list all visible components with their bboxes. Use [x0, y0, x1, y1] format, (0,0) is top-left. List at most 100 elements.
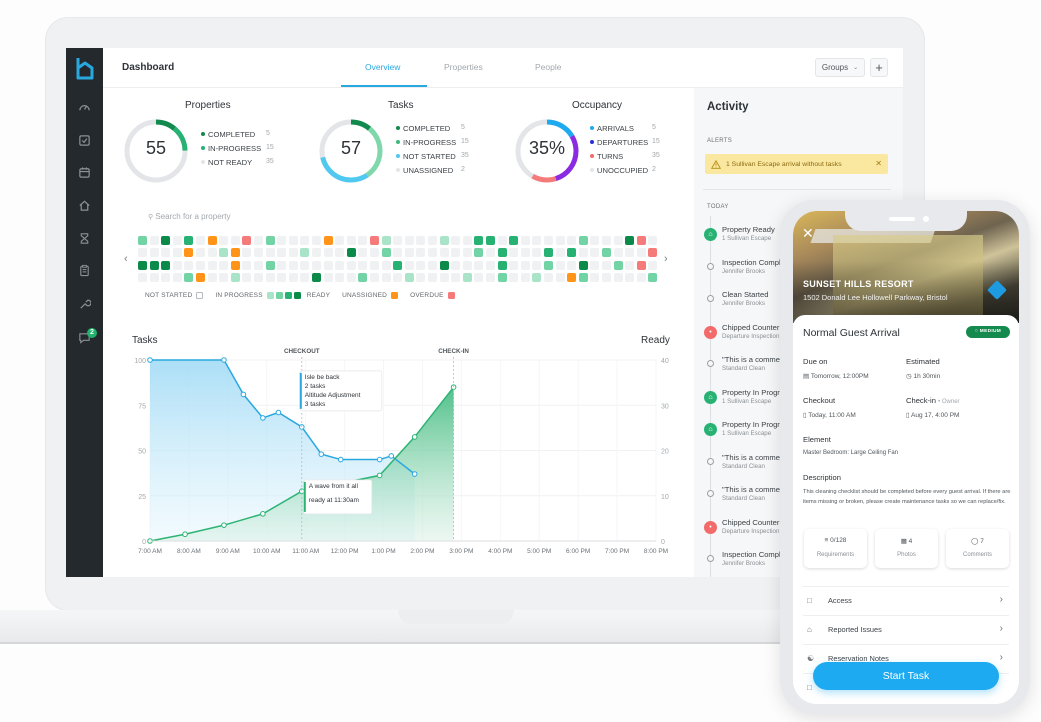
add-button[interactable]: + — [870, 58, 888, 77]
property-cell[interactable] — [172, 248, 182, 258]
property-cell[interactable] — [393, 272, 403, 282]
property-cell[interactable] — [346, 260, 356, 270]
property-cell[interactable] — [381, 248, 391, 258]
tab-properties[interactable]: Properties — [444, 62, 483, 72]
property-cell[interactable] — [172, 236, 182, 245]
property-cell[interactable] — [613, 236, 623, 245]
property-cell[interactable] — [149, 236, 159, 245]
property-cell[interactable] — [578, 260, 588, 270]
property-cell[interactable] — [555, 272, 565, 282]
property-cell[interactable] — [288, 272, 298, 282]
property-cell[interactable] — [370, 236, 379, 245]
property-cell[interactable] — [404, 248, 414, 258]
property-cell[interactable] — [497, 248, 507, 258]
property-cell[interactable] — [578, 272, 588, 282]
grid-next-button[interactable]: › — [664, 253, 668, 265]
property-cell[interactable] — [428, 236, 437, 245]
property-cell[interactable] — [393, 260, 403, 270]
property-cell[interactable] — [335, 248, 345, 258]
property-search[interactable]: ⚲ Search for a property — [148, 212, 231, 221]
property-cell[interactable] — [196, 260, 205, 270]
property-cell[interactable] — [172, 260, 182, 270]
logo-icon[interactable] — [74, 56, 96, 82]
close-icon[interactable]: ✕ — [875, 159, 882, 168]
property-cell[interactable] — [590, 248, 600, 258]
property-cell[interactable] — [439, 248, 449, 258]
grid-prev-button[interactable]: ‹ — [124, 253, 128, 265]
property-cell[interactable] — [567, 248, 577, 258]
property-cell[interactable] — [486, 236, 495, 245]
property-cell[interactable] — [312, 248, 321, 258]
property-cell[interactable] — [161, 272, 171, 282]
groups-dropdown[interactable]: Groups ⌄ — [815, 58, 865, 77]
property-cell[interactable] — [636, 260, 646, 270]
property-cell[interactable] — [138, 260, 147, 270]
property-cell[interactable] — [335, 236, 345, 245]
property-cell[interactable] — [544, 248, 553, 258]
property-cell[interactable] — [509, 260, 519, 270]
property-cell[interactable] — [462, 236, 472, 245]
property-cell[interactable] — [416, 272, 426, 282]
property-cell[interactable] — [590, 260, 600, 270]
alert-banner[interactable]: 1 Sullivan Escape arrival without tasks … — [705, 154, 888, 174]
start-task-button[interactable]: Start Task — [813, 662, 999, 690]
wrench-icon[interactable] — [77, 296, 92, 311]
property-cell[interactable] — [416, 236, 426, 245]
property-cell[interactable] — [207, 272, 217, 282]
property-cell[interactable] — [555, 260, 565, 270]
property-cell[interactable] — [544, 260, 553, 270]
property-cell[interactable] — [602, 236, 611, 245]
property-cell[interactable] — [509, 272, 519, 282]
property-cell[interactable] — [451, 272, 461, 282]
property-cell[interactable] — [428, 248, 437, 258]
property-cell[interactable] — [520, 272, 530, 282]
property-cell[interactable] — [207, 248, 217, 258]
property-cell[interactable] — [230, 260, 240, 270]
hourglass-icon[interactable] — [77, 231, 92, 246]
property-cell[interactable] — [381, 260, 391, 270]
property-cell[interactable] — [219, 260, 229, 270]
property-cell[interactable] — [416, 248, 426, 258]
close-icon[interactable]: ✕ — [802, 225, 814, 242]
property-cell[interactable] — [509, 248, 519, 258]
property-cell[interactable] — [648, 236, 658, 245]
property-cell[interactable] — [462, 260, 472, 270]
property-cell[interactable] — [346, 236, 356, 245]
property-cell[interactable] — [149, 260, 159, 270]
property-cell[interactable] — [602, 260, 611, 270]
property-cell[interactable] — [242, 272, 252, 282]
checkbox-icon[interactable] — [77, 133, 92, 148]
property-cell[interactable] — [265, 272, 275, 282]
tab-people[interactable]: People — [535, 62, 561, 72]
property-cell[interactable] — [544, 236, 553, 245]
property-cell[interactable] — [578, 248, 588, 258]
property-cell[interactable] — [219, 272, 229, 282]
property-cell[interactable] — [138, 272, 147, 282]
property-cell[interactable] — [648, 260, 658, 270]
property-cell[interactable] — [625, 272, 635, 282]
tab-overview[interactable]: Overview — [365, 62, 400, 72]
property-cell[interactable] — [509, 236, 519, 245]
property-cell[interactable] — [393, 236, 403, 245]
property-cell[interactable] — [312, 236, 321, 245]
access-row[interactable]: □ Access › — [803, 586, 1009, 615]
property-cell[interactable] — [230, 236, 240, 245]
property-cell[interactable] — [323, 272, 333, 282]
property-cell[interactable] — [613, 248, 623, 258]
property-cell[interactable] — [474, 236, 484, 245]
comments-button[interactable]: ◯ 7 Comments — [946, 529, 1009, 568]
property-cell[interactable] — [254, 272, 263, 282]
property-cell[interactable] — [254, 248, 263, 258]
property-cell[interactable] — [404, 236, 414, 245]
property-cell[interactable] — [184, 272, 194, 282]
property-cell[interactable] — [323, 236, 333, 245]
property-cell[interactable] — [288, 260, 298, 270]
property-cell[interactable] — [207, 260, 217, 270]
property-cell[interactable] — [300, 260, 310, 270]
property-cell[interactable] — [381, 236, 391, 245]
property-cell[interactable] — [439, 236, 449, 245]
property-cell[interactable] — [520, 236, 530, 245]
property-cell[interactable] — [648, 272, 658, 282]
property-cell[interactable] — [497, 272, 507, 282]
property-cell[interactable] — [497, 236, 507, 245]
